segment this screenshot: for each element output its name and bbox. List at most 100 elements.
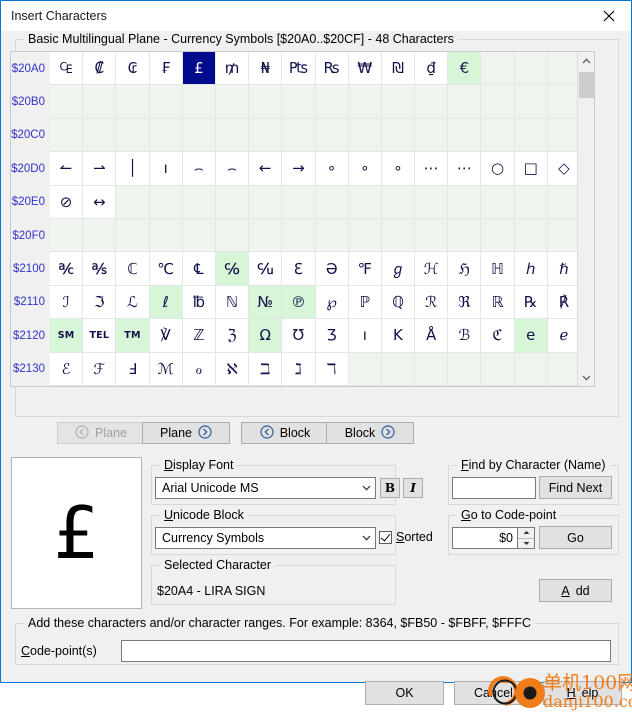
character-cell[interactable]: → xyxy=(282,152,316,186)
character-cell[interactable]: ⇀ xyxy=(83,152,117,186)
italic-button[interactable]: I xyxy=(403,478,423,498)
character-grid[interactable]: $20A0 ₠ ₡ ₢ ₣ £ ₥ ₦ ₧ ₨ ₩ ₪ ₫ € $20B0 $20C0 $20D0 ↼ ⇀ │ ı ⌢ ⌢ ←… xyxy=(10,51,595,387)
character-cell[interactable]: ℋ xyxy=(415,252,449,286)
goto-codepoint-input[interactable]: $0 xyxy=(452,527,518,549)
character-cell[interactable]: Ⅎ xyxy=(116,352,150,386)
character-cell[interactable]: ₦ xyxy=(249,52,283,86)
cancel-button[interactable]: Cancel xyxy=(454,681,533,705)
character-cell[interactable]: e xyxy=(514,319,548,353)
character-cell[interactable]: ₣ xyxy=(149,52,183,86)
character-cell[interactable]: │ xyxy=(116,152,150,186)
character-cell[interactable]: ℓ xyxy=(149,285,183,320)
character-cell[interactable]: ℂ xyxy=(116,252,150,286)
character-cell[interactable]: ℜ xyxy=(448,285,482,320)
character-cell[interactable]: SM xyxy=(50,319,84,353)
character-cell[interactable]: ℆ xyxy=(249,252,283,286)
previous-plane-button[interactable]: Plane xyxy=(57,422,145,444)
character-cell[interactable]: ℒ xyxy=(116,285,150,320)
next-block-button[interactable]: Block xyxy=(326,422,414,444)
find-next-button[interactable]: Find Next xyxy=(539,476,612,499)
character-cell[interactable]: ℵ xyxy=(215,352,250,386)
character-cell[interactable]: ₪ xyxy=(381,52,416,86)
scrollbar-thumb[interactable] xyxy=(579,72,594,98)
character-cell[interactable]: ℏ xyxy=(547,252,577,286)
character-cell[interactable]: ℃ xyxy=(149,252,183,286)
character-cell[interactable]: ℕ xyxy=(215,285,250,320)
grid-vertical-scrollbar[interactable] xyxy=(577,52,594,386)
character-cell[interactable]: TM xyxy=(116,319,150,353)
character-cell[interactable]: ⌢ xyxy=(182,152,216,186)
character-cell[interactable]: № xyxy=(249,285,283,320)
character-cell[interactable]: ⊘ xyxy=(50,185,84,219)
character-cell[interactable]: ℔ xyxy=(182,285,216,320)
character-cell[interactable]: ℁ xyxy=(83,252,117,286)
character-cell[interactable]: ℙ xyxy=(348,285,382,320)
character-cell[interactable]: ⋯ xyxy=(448,152,482,186)
character-cell[interactable]: ı xyxy=(149,152,183,186)
character-cell[interactable]: ↔ xyxy=(83,185,117,219)
codepoint-stepper[interactable] xyxy=(518,527,535,549)
character-cell[interactable]: ℷ xyxy=(282,352,316,386)
character-cell[interactable]: ∘ xyxy=(348,152,382,186)
stepper-up-icon[interactable] xyxy=(518,528,534,539)
character-cell[interactable]: □ xyxy=(514,152,548,186)
character-cell[interactable]: Ə xyxy=(315,252,349,286)
character-cell[interactable]: ∘ xyxy=(315,152,349,186)
help-button[interactable]: Help xyxy=(543,681,622,705)
character-cell[interactable]: ℌ xyxy=(448,252,482,286)
character-cell[interactable]: TEL xyxy=(83,319,117,353)
character-cell[interactable]: ℴ xyxy=(182,352,216,386)
character-cell[interactable]: ℇ xyxy=(282,252,316,286)
character-cell[interactable]: ℅ xyxy=(215,252,250,286)
character-cell[interactable]: ℳ xyxy=(149,352,183,386)
character-cell[interactable]: K xyxy=(381,319,416,353)
add-button[interactable]: Add xyxy=(539,579,612,602)
character-cell[interactable]: ₠ xyxy=(50,52,84,86)
character-cell[interactable]: ℨ xyxy=(215,319,250,353)
character-cell[interactable]: ₡ xyxy=(83,52,117,86)
character-cell[interactable]: ℞ xyxy=(514,285,548,320)
character-cell[interactable]: ◇ xyxy=(547,152,577,186)
unicode-block-select[interactable]: Currency Symbols xyxy=(155,527,376,549)
character-grid-rows[interactable]: $20A0 ₠ ₡ ₢ ₣ £ ₥ ₦ ₧ ₨ ₩ ₪ ₫ € $20B0 $20C0 $20D0 ↼ ⇀ │ ı ⌢ ⌢ ←… xyxy=(11,52,577,386)
character-cell[interactable]: ∘ xyxy=(381,152,416,186)
character-cell[interactable]: ₫ xyxy=(415,52,449,86)
character-cell[interactable]: ℸ xyxy=(315,352,349,386)
character-cell[interactable]: ℱ xyxy=(83,352,117,386)
character-cell[interactable]: ℟ xyxy=(547,285,577,320)
character-cell[interactable]: ℉ xyxy=(348,252,382,286)
chevron-up-icon[interactable] xyxy=(578,52,595,69)
character-cell[interactable]: ℚ xyxy=(381,285,416,320)
character-cell[interactable]: ı xyxy=(348,319,382,353)
chevron-down-icon[interactable] xyxy=(578,369,595,386)
character-cell[interactable]: ℰ xyxy=(50,352,84,386)
go-button[interactable]: Go xyxy=(539,526,612,549)
character-cell[interactable]: Ʒ xyxy=(315,319,349,353)
character-cell[interactable]: ℎ xyxy=(514,252,548,286)
character-cell[interactable]: ₨ xyxy=(315,52,349,86)
character-cell[interactable]: Ʊ xyxy=(282,319,316,353)
code-points-input[interactable] xyxy=(121,640,611,662)
character-cell[interactable]: ₧ xyxy=(282,52,316,86)
character-cell[interactable]: Ω xyxy=(249,319,283,353)
character-cell[interactable]: ℭ xyxy=(481,319,515,353)
character-cell[interactable]: £ xyxy=(182,52,216,86)
character-cell[interactable]: ℬ xyxy=(448,319,482,353)
character-cell[interactable]: ₥ xyxy=(215,52,250,86)
character-cell[interactable]: ℘ xyxy=(315,285,349,320)
sorted-checkbox[interactable]: Sorted xyxy=(379,530,433,544)
character-cell[interactable]: ℗ xyxy=(282,285,316,320)
character-cell[interactable]: ← xyxy=(249,152,283,186)
character-cell[interactable]: € xyxy=(448,52,482,86)
character-cell[interactable]: ℑ xyxy=(83,285,117,320)
close-icon[interactable] xyxy=(587,1,631,30)
character-cell[interactable]: ℶ xyxy=(249,352,283,386)
bold-button[interactable]: B xyxy=(380,478,400,498)
previous-block-button[interactable]: Block xyxy=(241,422,329,444)
character-cell[interactable]: ℊ xyxy=(381,252,416,286)
character-cell[interactable]: ℐ xyxy=(50,285,84,320)
character-cell[interactable]: ○ xyxy=(481,152,515,186)
character-cell[interactable]: ℯ xyxy=(547,319,577,353)
character-cell[interactable]: ↼ xyxy=(50,152,84,186)
ok-button[interactable]: OK xyxy=(365,681,444,705)
